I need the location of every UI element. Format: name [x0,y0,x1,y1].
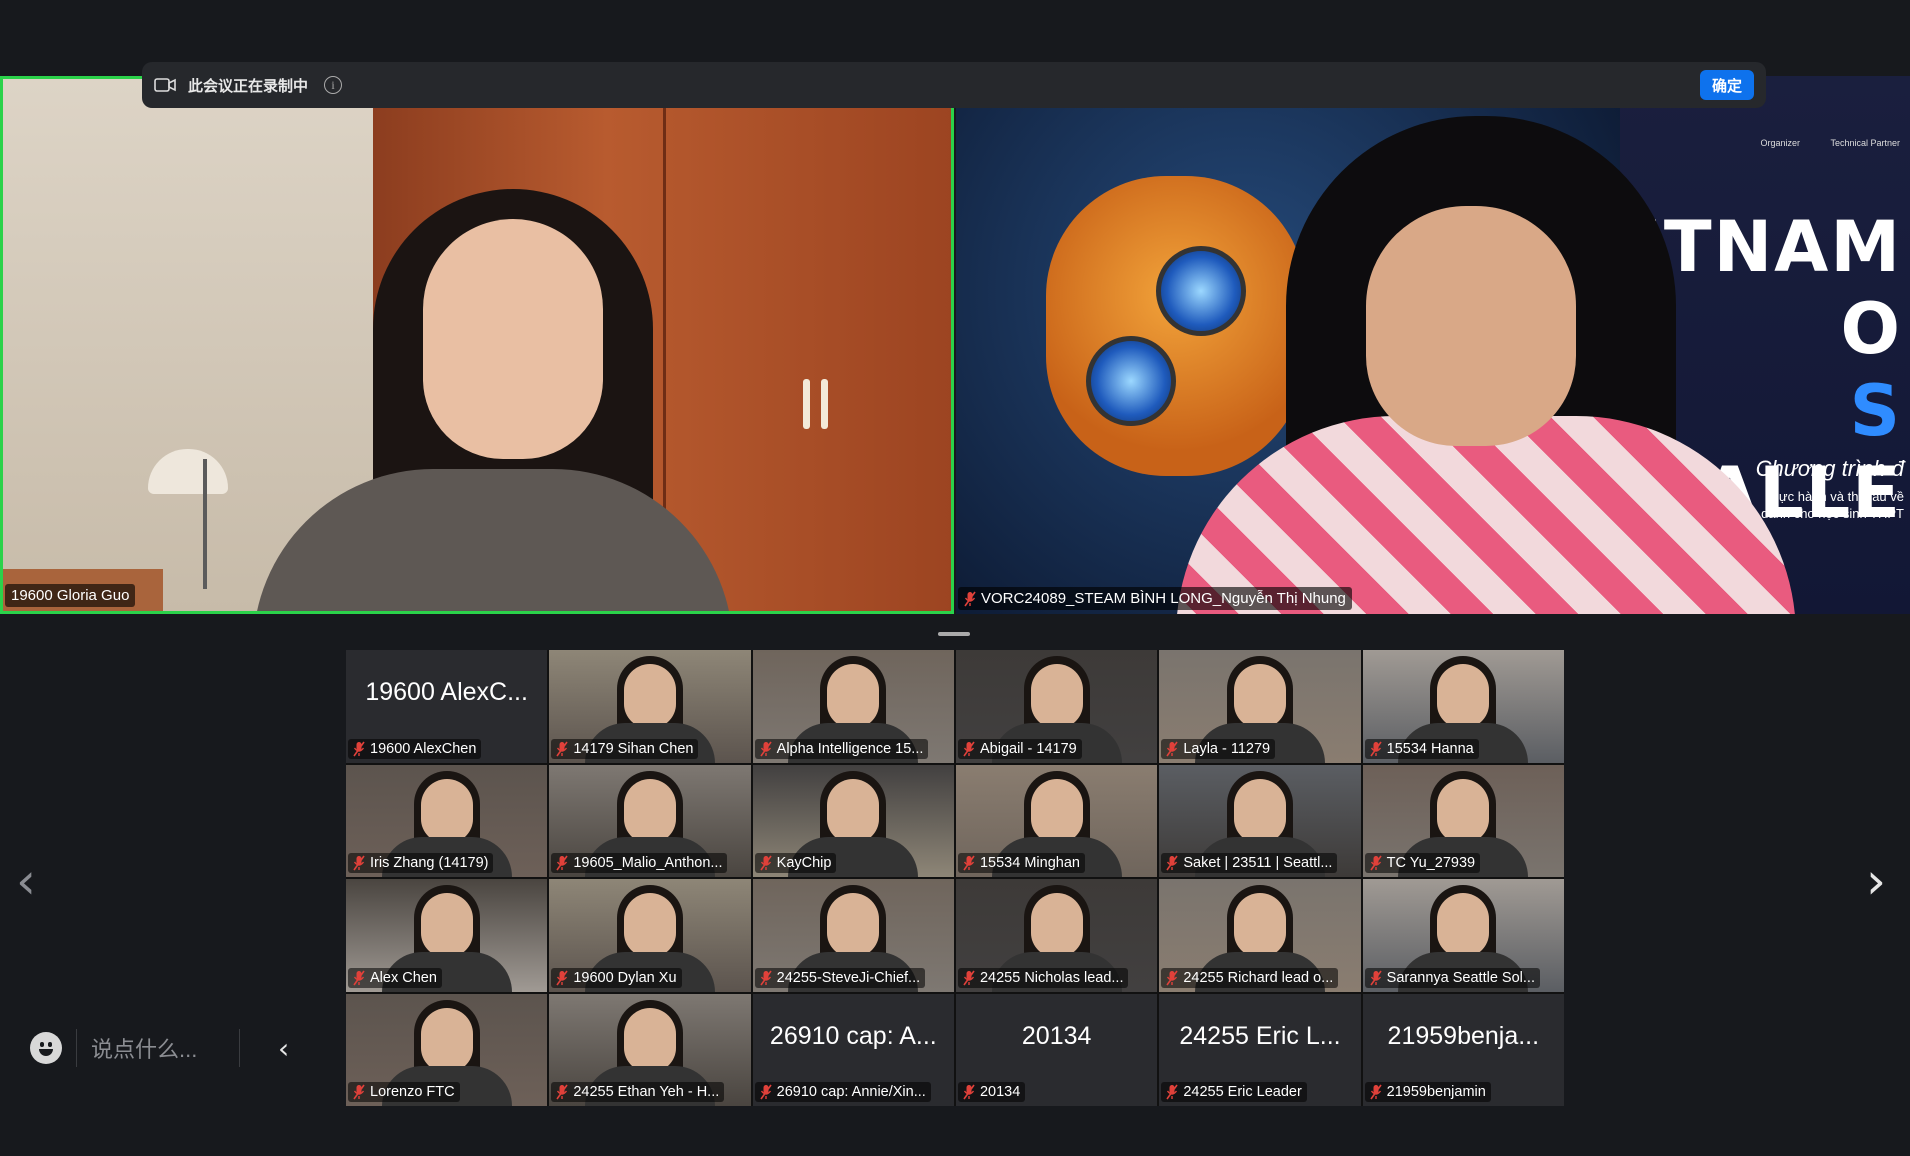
muted-mic-icon [556,1084,568,1100]
participant-tile[interactable]: TC Yu_27939 [1362,764,1564,877]
participant-tile[interactable]: Saket | 23511 | Seattl... [1159,764,1361,877]
participant-name-label: Lorenzo FTC [348,1082,460,1102]
participant-name-label: 24255-SteveJi-Chief... [754,967,926,988]
next-page-arrow-icon[interactable]: › [1866,852,1886,910]
speaker-video-1[interactable]: 19600 Gloria Guo [0,76,954,614]
participant-name-label: Layla - 11279 [1161,738,1276,759]
participant-tile[interactable]: 24255 Eric L... 24255 Eric Leader [1159,993,1361,1106]
participant-name-label: Alpha Intelligence 15... [754,738,929,759]
robot-illustration [1046,176,1306,476]
muted-mic-icon [963,855,975,871]
muted-mic-icon [1166,1084,1178,1100]
resize-handle[interactable] [938,632,970,636]
participant-tile[interactable]: 24255 Ethan Yeh - H... [549,993,751,1106]
participant-tile[interactable]: 15534 Hanna [1362,650,1564,763]
participant-name-label: 20134 [957,1082,1026,1102]
participant-name-label: 21959benjamin [1364,1082,1491,1102]
muted-mic-icon [964,591,976,606]
muted-mic-icon [963,741,975,756]
participant-tile[interactable]: 19600 AlexC... 19600 AlexChen [346,650,548,763]
confirm-button[interactable]: 确定 [1699,70,1754,100]
participant-name-label: 26910 cap: Annie/Xin... [754,1082,931,1102]
muted-mic-icon [963,970,975,985]
muted-mic-icon [1166,855,1178,871]
participant-tile[interactable]: 15534 Minghan [955,764,1158,877]
participant-name-label: 19600 AlexChen [348,738,482,759]
emoji-icon[interactable] [30,1032,62,1064]
participant-tile[interactable]: 19600 Dylan Xu [549,879,751,992]
participant-tile[interactable]: Lorenzo FTC [346,993,548,1106]
participant-tile[interactable]: 24255-SteveJi-Chief... [752,879,954,992]
chat-bar: 说点什么... ‹ [30,1026,289,1070]
participant-name-label: 24255 Eric Leader [1161,1082,1307,1102]
gallery-grid: 19600 AlexC... 19600 AlexChen 14179 Sihan … [346,650,1564,1106]
participant-name-label: 24255 Ethan Yeh - H... [551,1082,725,1102]
participant-name-display: 19600 AlexC... [365,678,528,706]
muted-mic-icon [760,741,772,756]
participant-name-label: Abigail - 14179 [957,738,1082,759]
participant-tile[interactable]: 21959benja... 21959benjamin [1362,993,1564,1106]
muted-mic-icon [1370,855,1382,871]
muted-mic-icon [760,1084,772,1100]
participant-tile[interactable]: Sarannya Seattle Sol... [1362,879,1564,992]
participant-tile[interactable]: 20134 20134 [955,993,1158,1106]
speaker-video-2[interactable]: Organizer Technical Partner IETNAM O S C… [956,76,1910,614]
participant-name-label: 15534 Hanna [1364,738,1479,759]
participant-tile[interactable]: 24255 Richard lead o... [1159,879,1361,992]
participant-name-display: 26910 cap: A... [769,1021,937,1050]
info-icon[interactable]: i [324,76,343,94]
participant-tile[interactable]: Alpha Intelligence 15... [752,650,954,763]
video-camera-icon [154,78,176,92]
muted-mic-icon [556,855,568,871]
previous-page-arrow-icon[interactable]: ‹ [16,852,36,910]
participant-name-display: 24255 Eric L... [1179,1021,1341,1050]
participant-name-label: KayChip [754,853,837,873]
muted-mic-icon [1166,741,1178,756]
participant-tile[interactable]: Alex Chen [346,879,548,992]
participant-name-label: 19600 Dylan Xu [551,967,682,988]
muted-mic-icon [353,970,365,985]
participant-tile[interactable]: Abigail - 14179 [955,650,1158,763]
muted-mic-icon [1166,970,1178,985]
participant-tile[interactable]: KayChip [752,764,954,877]
participant-name-label: 24255 Nicholas lead... [957,967,1129,988]
participant-name-display: 21959benja... [1387,1021,1540,1050]
participant-name-label: Saket | 23511 | Seattl... [1161,853,1338,873]
participant-name-label: Sarannya Seattle Sol... [1364,967,1540,988]
muted-mic-icon [353,855,365,871]
participant-name-label: 14179 Sihan Chen [551,738,699,759]
participant-name-label: 24255 Richard lead o... [1161,967,1339,988]
recording-banner: 此会议正在录制中 i 确定 [142,62,1766,108]
muted-mic-icon [353,1084,365,1100]
collapse-chat-icon[interactable]: ‹ [278,1032,289,1065]
recording-text: 此会议正在录制中 [188,77,309,95]
muted-mic-icon [1370,970,1382,985]
muted-mic-icon [1370,741,1382,756]
participant-name-label: 19605_Malio_Anthon... [551,853,728,873]
muted-mic-icon [760,970,772,985]
muted-mic-icon [353,741,365,756]
participant-tile[interactable]: 24255 Nicholas lead... [955,879,1158,992]
participant-name-label: 15534 Minghan [957,853,1085,873]
speaker-name-label: 19600 Gloria Guo [5,584,136,607]
muted-mic-icon [963,1084,975,1100]
muted-mic-icon [556,970,568,985]
participant-name-label: Iris Zhang (14179) [348,853,494,873]
muted-mic-icon [760,855,772,871]
participant-name-display: 20134 [1021,1021,1092,1050]
participant-name-label: TC Yu_27939 [1364,853,1481,873]
participant-name-label: Alex Chen [348,967,442,988]
speaker-name-label: VORC24089_STEAM BÌNH LONG_Nguyễn Thị Nhu… [958,587,1352,610]
participant-tile[interactable]: Iris Zhang (14179) [346,764,548,877]
participant-tile[interactable]: Layla - 11279 [1159,650,1361,763]
muted-mic-icon [1370,1084,1382,1100]
participant-tile[interactable]: 26910 cap: A... 26910 cap: Annie/Xin... [752,993,954,1106]
muted-mic-icon [556,741,568,756]
participant-tile[interactable]: 19605_Malio_Anthon... [549,764,751,877]
chat-input[interactable]: 说点什么... [91,1032,231,1064]
participant-tile[interactable]: 14179 Sihan Chen [549,650,751,763]
